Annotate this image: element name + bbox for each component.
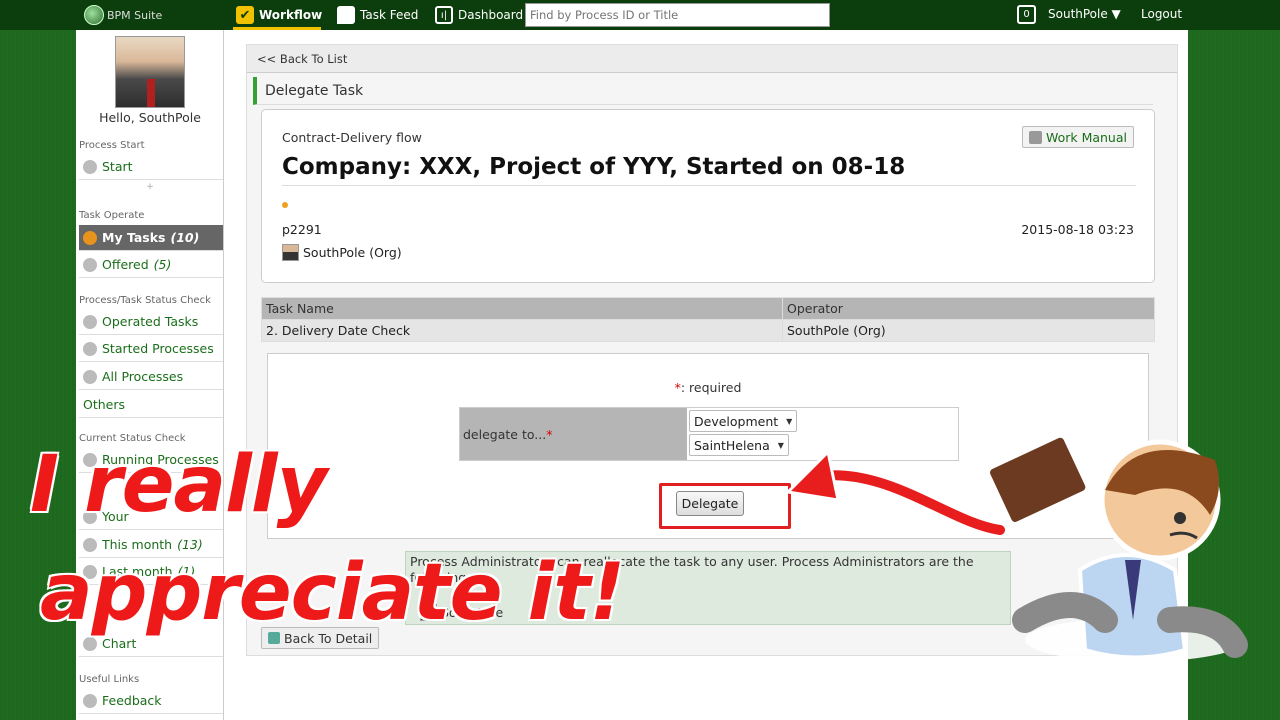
delegate-button[interactable]: Delegate — [676, 491, 744, 516]
feedback-icon — [83, 693, 97, 708]
process-card: Contract-Delivery flow Work Manual Compa… — [261, 109, 1155, 283]
user-avatar-icon — [282, 244, 299, 261]
sidebar-item-start[interactable]: Start — [79, 154, 223, 180]
work-manual-button[interactable]: Work Manual — [1021, 126, 1134, 148]
sidebar-item-others[interactable]: Others — [79, 392, 223, 418]
sidebar-item-all-processes[interactable]: All Processes — [79, 364, 223, 390]
all-processes-icon — [83, 369, 97, 384]
chart-icon — [83, 636, 97, 651]
overlay-text-line1: I really — [29, 439, 329, 532]
operator-cell: SouthPole (Org) — [782, 319, 1155, 342]
table-row: 2. Delivery Date Check SouthPole (Org) — [261, 319, 1155, 342]
sidebar-item-label: My Tasks — [102, 230, 166, 245]
greeting: Hello, SouthPole — [99, 110, 201, 125]
organization-select-value: Development — [694, 413, 779, 429]
speech-bubble-icon — [337, 6, 355, 24]
sidebar-item-label: Start — [102, 159, 133, 174]
section-process-start: Process Start — [79, 140, 145, 151]
manual-icon — [1028, 130, 1042, 144]
flow-name: Contract-Delivery flow — [282, 130, 422, 145]
app-logo[interactable]: BPM Suite — [84, 4, 162, 26]
column-header: Operator — [782, 297, 1155, 320]
tasks-icon — [83, 230, 97, 245]
sidebar-item-label: Offered — [102, 257, 149, 272]
work-manual-label: Work Manual — [1045, 129, 1127, 145]
sidebar-item-feedback[interactable]: Feedback — [79, 688, 223, 714]
process-title: Company: XXX, Project of YYY, Started on… — [282, 154, 1136, 186]
sidebar-item-label: All Processes — [102, 369, 184, 384]
task-table: Task Name Operator 2. Delivery Date Chec… — [261, 297, 1155, 342]
divider: + — [146, 182, 154, 192]
section-useful-links: Useful Links — [79, 674, 140, 685]
top-navigation-bar: BPM Suite ✔ Workflow Task Feed ı| Dashbo… — [0, 0, 1280, 30]
logout-link[interactable]: Logout — [1141, 7, 1182, 21]
overlay-text-line2: appreciate it! — [38, 547, 626, 640]
avatar[interactable] — [115, 36, 185, 108]
nav-workflow[interactable]: ✔ Workflow — [236, 5, 322, 25]
sidebar-item-label: Others — [83, 397, 126, 412]
sidebar-item-offered[interactable]: Offered (5) — [79, 252, 223, 278]
sidebar-item-started-processes[interactable]: Started Processes — [79, 336, 223, 362]
back-to-list-link[interactable]: << Back To List — [247, 45, 1177, 73]
notification-badge[interactable]: 0 — [1017, 5, 1036, 24]
sidebar-item-operated-tasks[interactable]: Operated Tasks — [79, 309, 223, 335]
nav-dashboard-label: Dashboard — [458, 8, 524, 22]
organization-select[interactable]: Development ▼ — [689, 410, 798, 432]
user-select-value: SaintHelena — [694, 437, 770, 453]
nav-task-feed[interactable]: Task Feed — [337, 5, 418, 25]
sidebar-item-label: Feedback — [102, 693, 162, 708]
search-input[interactable] — [525, 3, 830, 27]
offered-icon — [83, 257, 97, 272]
sidebar-item-label: Started Processes — [102, 341, 214, 356]
nav-workflow-label: Workflow — [259, 8, 323, 22]
delegate-label: delegate to... * — [460, 408, 687, 460]
sidebar-item-label: Chart — [102, 636, 137, 651]
logo-text: BPM Suite — [107, 8, 163, 22]
process-date: 2015-08-18 03:23 — [1021, 222, 1134, 237]
businessman-illustration — [986, 433, 1248, 662]
user-select[interactable]: SaintHelena ▼ — [689, 434, 789, 456]
delegate-label-text: delegate to... — [463, 426, 547, 442]
user-menu[interactable]: SouthPole ▼ — [1048, 7, 1121, 21]
sidebar-item-my-tasks[interactable]: My Tasks (10) — [79, 225, 223, 251]
required-star: * — [546, 426, 553, 442]
curved-arrow-icon — [784, 448, 1005, 538]
task-name-cell: 2. Delivery Date Check — [261, 319, 783, 342]
started-icon — [83, 341, 97, 356]
nav-task-feed-label: Task Feed — [360, 8, 419, 22]
status-dot-icon — [282, 202, 288, 208]
nav-dashboard[interactable]: ı| Dashboard — [435, 5, 523, 25]
column-header: Task Name — [261, 297, 783, 320]
logo-icon — [84, 5, 104, 25]
page-title: Delegate Task — [253, 77, 1153, 105]
chevron-down-icon: ▼ — [786, 416, 793, 426]
required-note: *: required — [268, 380, 1148, 395]
section-task-operate: Task Operate — [79, 210, 145, 221]
owner-name: SouthPole (Org) — [303, 245, 402, 260]
start-icon — [83, 159, 97, 174]
dashboard-icon: ı| — [435, 6, 453, 24]
operated-icon — [83, 314, 97, 329]
sidebar-item-label: Operated Tasks — [102, 314, 199, 329]
required-text: : required — [680, 380, 742, 395]
sidebar-item-count: (10) — [170, 230, 200, 245]
process-id: p2291 — [282, 222, 322, 237]
sidebar-item-count: (5) — [153, 257, 172, 272]
process-owner: SouthPole (Org) — [282, 244, 402, 261]
checkmark-icon: ✔ — [236, 6, 254, 24]
section-status-check: Process/Task Status Check — [79, 295, 211, 306]
